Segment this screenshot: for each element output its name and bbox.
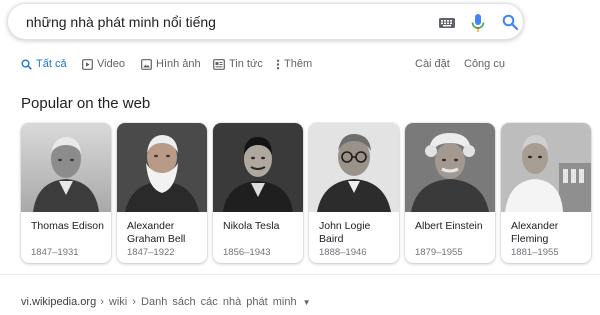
- person-name: John Logie Baird: [319, 220, 371, 245]
- person-years: 1888–1946: [319, 247, 367, 258]
- search-box[interactable]: những nhà phát minh nổi tiếng: [7, 3, 524, 40]
- person-name: Alexander Graham Bell: [127, 220, 186, 245]
- portrait-photo: [21, 123, 111, 212]
- result-path: › wiki › Danh sách các nhà phát minh: [100, 296, 297, 308]
- tab-all[interactable]: Tất cả: [21, 58, 67, 70]
- video-icon: [82, 58, 93, 70]
- person-name: Thomas Edison: [31, 220, 104, 232]
- tab-label: Tất cả: [36, 58, 67, 70]
- portrait-photo: [309, 123, 399, 212]
- person-years: 1847–1931: [31, 247, 79, 258]
- caret-down-icon[interactable]: ▼: [303, 298, 311, 307]
- search-input[interactable]: những nhà phát minh nổi tiếng: [26, 14, 216, 30]
- tab-label: Video: [97, 58, 125, 70]
- person-card[interactable]: John Logie Baird 1888–1946: [309, 123, 399, 263]
- person-card[interactable]: Alexander Fleming 1881–1955: [501, 123, 591, 263]
- person-years: 1881–1955: [511, 247, 559, 258]
- portrait-photo: [501, 123, 591, 212]
- person-card[interactable]: Nikola Tesla 1856–1943: [213, 123, 303, 263]
- microphone-icon[interactable]: [471, 14, 485, 33]
- tab-video[interactable]: Video: [82, 58, 125, 70]
- image-icon: [141, 58, 152, 70]
- tab-news[interactable]: Tin tức: [213, 58, 263, 70]
- tab-more[interactable]: Thêm: [276, 58, 312, 70]
- divider: [0, 274, 600, 275]
- tab-label: Hình ảnh: [156, 58, 201, 70]
- tab-images[interactable]: Hình ảnh: [141, 58, 201, 70]
- settings-link[interactable]: Cài đặt: [415, 58, 450, 70]
- tools-label: Công cụ: [464, 58, 505, 70]
- person-card[interactable]: Thomas Edison 1847–1931: [21, 123, 111, 263]
- portrait-photo: [405, 123, 495, 212]
- search-tabs: Tất cả Video Hình ảnh Tin tức Thêm Cài đ…: [0, 58, 600, 78]
- result-domain: vi.wikipedia.org: [21, 296, 97, 308]
- tab-label: Tin tức: [229, 58, 263, 70]
- result-breadcrumb[interactable]: vi.wikipedia.org › wiki › Danh sách các …: [21, 296, 311, 308]
- section-title: Popular on the web: [21, 95, 151, 112]
- news-icon: [213, 58, 225, 70]
- person-years: 1856–1943: [223, 247, 271, 258]
- portrait-photo: [213, 123, 303, 212]
- tab-label: Thêm: [284, 58, 313, 70]
- keyboard-icon[interactable]: [439, 18, 455, 28]
- portrait-photo: [117, 123, 207, 212]
- tools-link[interactable]: Công cụ: [464, 58, 505, 70]
- person-years: 1847–1922: [127, 247, 175, 258]
- person-card[interactable]: Albert Einstein 1879–1955: [405, 123, 495, 263]
- person-card[interactable]: Alexander Graham Bell 1847–1922: [117, 123, 207, 263]
- person-name: Nikola Tesla: [223, 220, 280, 232]
- people-carousel: Thomas Edison 1847–1931 Alexander Graham…: [21, 123, 600, 263]
- search-icon: [21, 59, 32, 70]
- person-years: 1879–1955: [415, 247, 463, 258]
- search-icon[interactable]: [502, 14, 518, 30]
- settings-label: Cài đặt: [415, 58, 450, 70]
- person-name: Albert Einstein: [415, 220, 483, 232]
- person-name: Alexander Fleming: [511, 220, 559, 245]
- more-icon: [276, 59, 280, 69]
